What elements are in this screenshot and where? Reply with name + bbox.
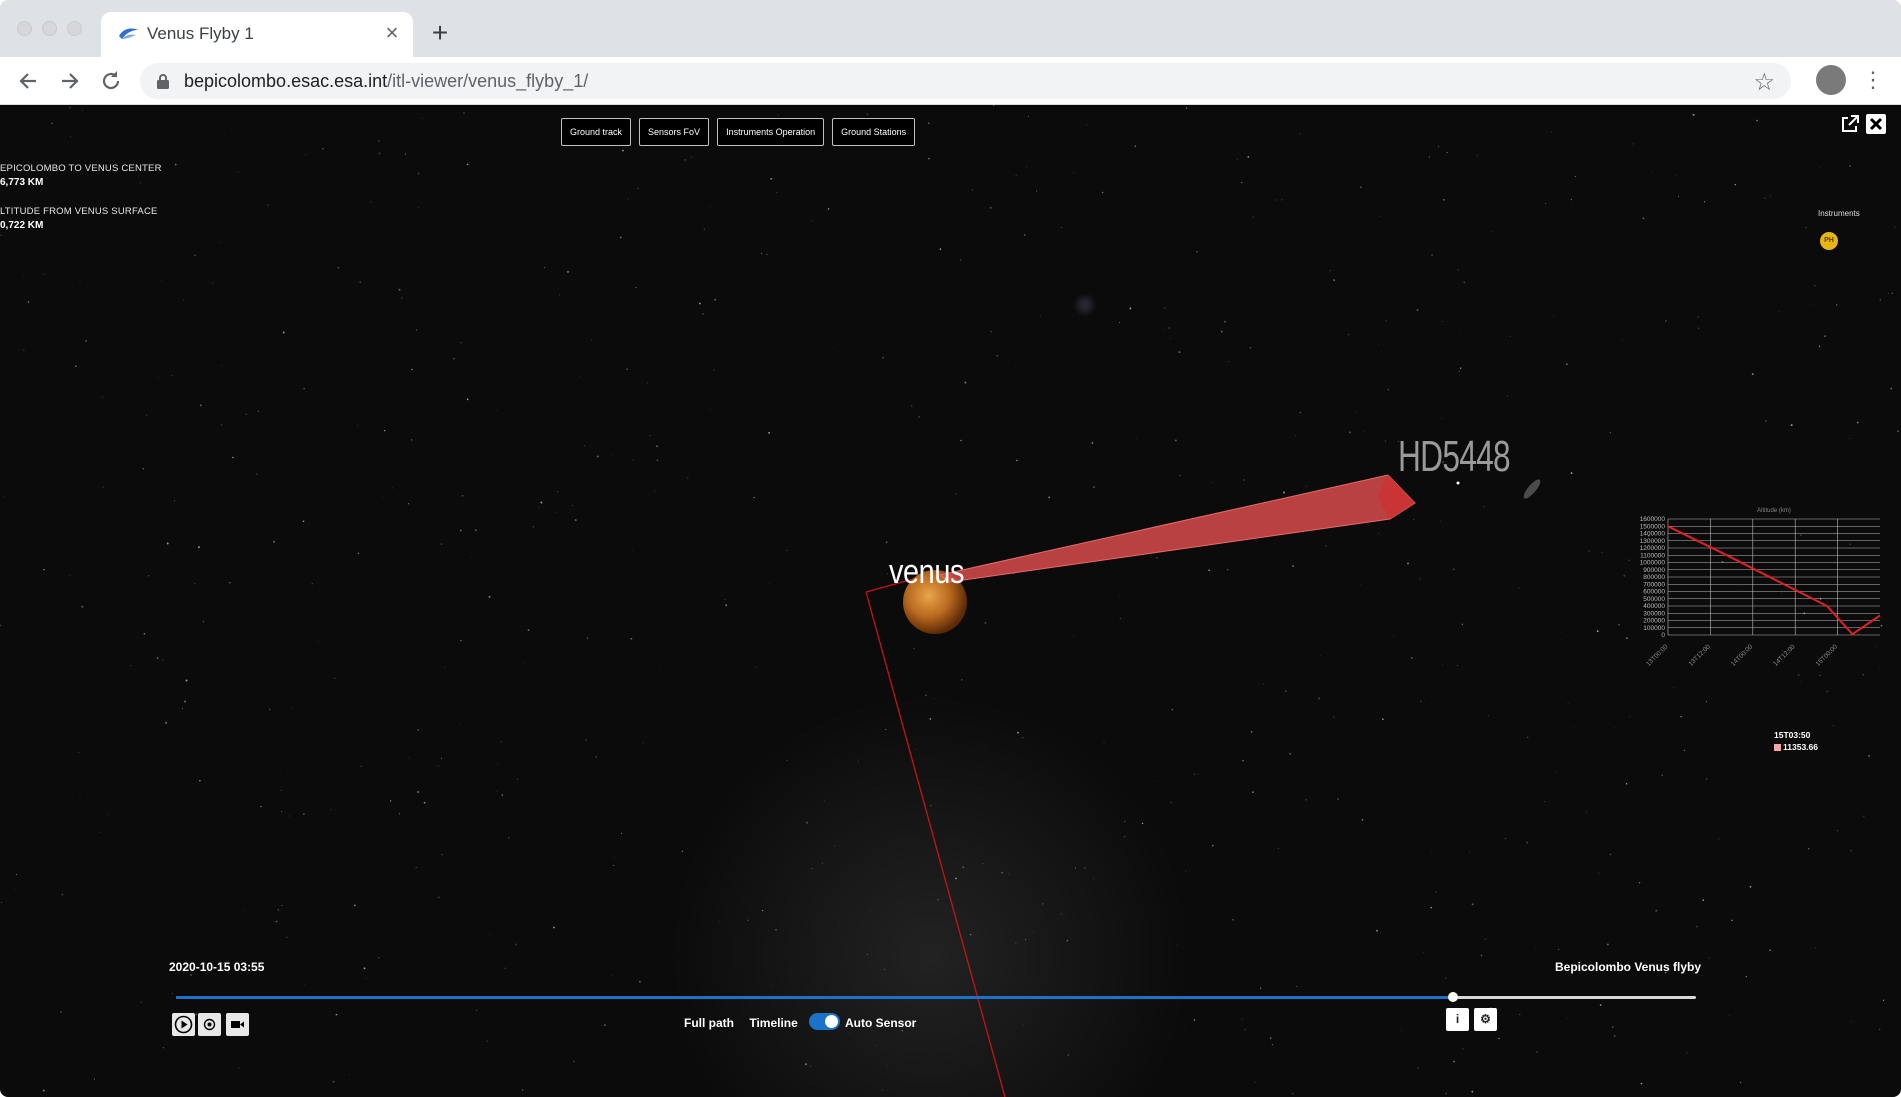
y-tick-label: 300000 (1643, 610, 1665, 617)
altitude-value: 0,722 KM (0, 220, 44, 231)
distance-label: EPICOLOMBO TO VENUS CENTER (0, 163, 162, 174)
y-tick-label: 800000 (1643, 574, 1665, 581)
x-tick-label: 14T12:00 (1772, 643, 1797, 668)
y-tick-label: 1200000 (1640, 545, 1666, 552)
browser-toolbar: bepicolombo.esac.esa.int/itl-viewer/venu… (0, 57, 1901, 105)
tooltip-value: 11353.66 (1783, 742, 1818, 752)
altitude-label: LTITUDE FROM VENUS SURFACE (0, 206, 158, 217)
play-icon (174, 1015, 193, 1034)
close-window-button[interactable] (17, 21, 32, 36)
tooltip-value-row: 11353.66 (1774, 741, 1818, 753)
y-tick-label: 200000 (1643, 618, 1665, 625)
play-button[interactable] (172, 1013, 195, 1036)
venus-label: venus (889, 553, 964, 591)
reload-icon[interactable] (97, 67, 125, 95)
y-tick-label: 0 (1661, 632, 1665, 639)
new-tab-button[interactable]: + (426, 19, 454, 48)
profile-avatar[interactable] (1816, 65, 1846, 95)
ground-stations-button[interactable]: Ground Stations (832, 118, 916, 146)
record-button[interactable] (198, 1013, 221, 1036)
path-options: Full path Timeline (684, 1016, 798, 1030)
sensors-fov-button[interactable]: Sensors FoV (639, 118, 710, 146)
sensor-fov-cone (938, 474, 1416, 583)
y-tick-label: 1100000 (1640, 552, 1665, 559)
layer-toggle-bar: Ground track Sensors FoV Instruments Ope… (561, 118, 916, 146)
current-timestamp: 2020-10-15 03:55 (169, 960, 265, 974)
hd5448-label: HD5448 (1398, 432, 1511, 481)
y-tick-label: 600000 (1643, 589, 1665, 596)
url-path: /itl-viewer/venus_flyby_1/ (387, 71, 589, 91)
x-tick-label: 14T00:00 (1730, 643, 1755, 668)
x-tick-label: 13T12:00 (1687, 643, 1712, 668)
tooltip-swatch (1774, 744, 1781, 752)
record-icon (203, 1018, 216, 1031)
forward-arrow-icon[interactable] (56, 67, 84, 95)
info-icon: i (1455, 1012, 1460, 1026)
y-tick-label: 500000 (1643, 596, 1665, 603)
full-path-toggle[interactable]: Full path (684, 1016, 734, 1030)
camera-button[interactable] (226, 1013, 249, 1036)
altitude-chart: Altitude (km) 1600000 1500000 1400000 130000… (1610, 503, 1890, 678)
settings-button[interactable]: ⚙ (1474, 1008, 1497, 1031)
itl-viewer[interactable]: venus HD5448 Ground track Sensors FoV In… (0, 105, 1901, 1097)
distance-value: 6,773 KM (0, 177, 44, 188)
chart-tooltip: 15T03:50 11353.66 (1774, 729, 1818, 753)
altitude-series-line (1667, 525, 1881, 636)
mission-title: Bepicolombo Venus flyby (1555, 960, 1702, 974)
y-tick-label: 1300000 (1640, 538, 1666, 545)
tooltip-time: 15T03:50 (1774, 730, 1811, 740)
tab-venus-flyby[interactable]: Venus Flyby 1 × (101, 12, 413, 57)
lock-icon (157, 74, 169, 89)
y-tick-label: 1400000 (1640, 531, 1666, 538)
altitude-chart-svg: Altitude (km) 160000015000001400000130000… (1640, 508, 1881, 668)
tab-strip: Venus Flyby 1 × + (0, 0, 1901, 57)
url-host: bepicolombo.esac.esa.int (184, 71, 388, 91)
back-arrow-icon[interactable] (14, 67, 42, 95)
y-tick-label: 100000 (1643, 625, 1665, 632)
x-tick-label: 15T00:00 (1815, 643, 1840, 668)
browser-menu-icon[interactable]: ⋮ (1862, 67, 1884, 95)
video-camera-icon (231, 1021, 244, 1028)
y-tick-label: 1600000 (1640, 516, 1666, 523)
minimize-window-button[interactable] (42, 21, 57, 36)
timeline-slider[interactable] (176, 992, 1696, 1002)
instruments-label: Instruments (1818, 209, 1860, 218)
y-tick-label: 700000 (1643, 581, 1665, 588)
esa-favicon-icon (119, 28, 138, 39)
external-link-icon[interactable] (1840, 114, 1860, 134)
instruments-operation-button[interactable]: Instruments Operation (717, 118, 825, 146)
galaxy-blur (1523, 479, 1541, 499)
tab-title: Venus Flyby 1 (147, 24, 254, 43)
timeline-handle[interactable] (1447, 992, 1458, 1002)
y-tick-label: 1500000 (1640, 523, 1666, 530)
ground-track-button[interactable]: Ground track (561, 118, 632, 146)
tab-close-icon[interactable]: × (381, 22, 403, 44)
chart-title: Altitude (km) (1757, 508, 1791, 514)
close-viewer-icon[interactable] (1866, 114, 1886, 134)
y-tick-label: 900000 (1643, 567, 1665, 574)
gear-icon: ⚙ (1480, 1012, 1491, 1026)
auto-sensor-label: Auto Sensor (845, 1016, 917, 1030)
auto-sensor-switch[interactable] (809, 1013, 840, 1030)
star-icon[interactable]: ☆ (1753, 68, 1775, 97)
timeline-toggle[interactable]: Timeline (749, 1016, 797, 1030)
maximize-window-button[interactable] (67, 21, 82, 36)
address-bar[interactable]: bepicolombo.esac.esa.int/itl-viewer/venu… (140, 63, 1791, 99)
y-tick-label: 400000 (1643, 603, 1665, 610)
y-tick-label: 1000000 (1640, 560, 1666, 567)
browser-window: Venus Flyby 1 × + bepicolombo.esac.esa.i… (0, 0, 1901, 1097)
info-button[interactable]: i (1446, 1008, 1469, 1031)
ph-instrument-badge[interactable]: PH (1820, 232, 1838, 250)
timeline-progress (176, 996, 1453, 999)
auto-sensor-knob (825, 1015, 838, 1028)
x-tick-label: 13T00:00 (1645, 643, 1670, 668)
url-text: bepicolombo.esac.esa.int/itl-viewer/venu… (184, 71, 588, 92)
